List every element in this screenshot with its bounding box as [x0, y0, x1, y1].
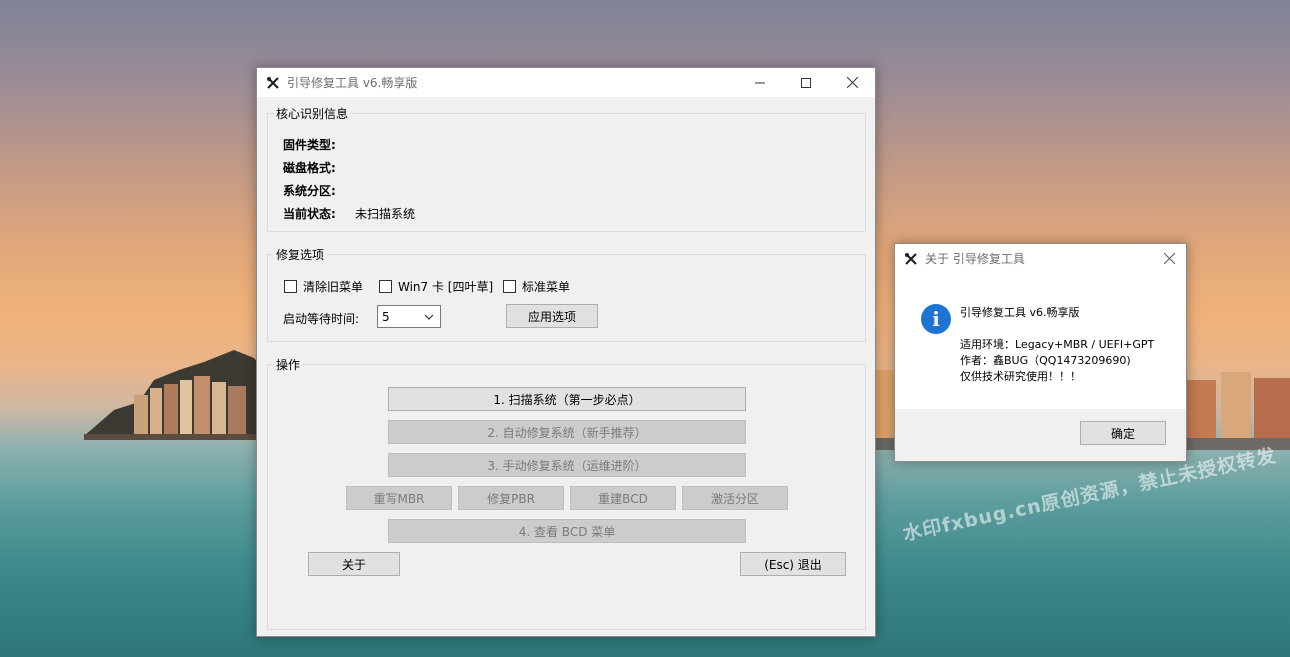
- clear-old-menu-checkbox[interactable]: 清除旧菜单: [284, 278, 363, 295]
- checkbox-box[interactable]: [503, 280, 516, 293]
- operations-group-label: 操作: [274, 356, 303, 373]
- about-close-button[interactable]: [1152, 244, 1186, 273]
- info-icon: i: [921, 304, 951, 334]
- standard-menu-checkbox[interactable]: 标准菜单: [503, 278, 570, 295]
- about-environment: 适用环境：Legacy+MBR / UEFI+GPT: [960, 338, 1155, 351]
- about-author: 作者：鑫BUG（QQ1473209690): [960, 354, 1131, 367]
- close-button[interactable]: [829, 68, 875, 97]
- rebuild-bcd-button[interactable]: 重建BCD: [570, 486, 676, 510]
- window-title: 引导修复工具 v6.畅享版: [287, 76, 418, 90]
- about-disclaimer: 仅供技术研究使用！！！: [960, 370, 1081, 383]
- about-button[interactable]: 关于: [308, 552, 400, 576]
- tools-icon: [267, 76, 279, 89]
- scan-system-button[interactable]: 1. 扫描系统（第一步必点）: [388, 387, 746, 411]
- main-titlebar[interactable]: 引导修复工具 v6.畅享版: [257, 68, 875, 97]
- win7-clover-label: Win7 卡 [四叶草]: [398, 280, 494, 294]
- close-icon: [846, 77, 858, 88]
- core-info-group-label: 核心识别信息: [274, 105, 351, 122]
- manual-repair-button[interactable]: 3. 手动修复系统（运维进阶）: [388, 453, 746, 477]
- chevron-down-icon: [424, 314, 434, 320]
- boot-timeout-value: 5: [382, 309, 390, 324]
- current-status-value: 未扫描系统: [355, 207, 416, 221]
- about-dialog: 关于 引导修复工具 i 引导修复工具 v6.畅享版 适用环境：Legacy+MB…: [894, 243, 1187, 462]
- minimize-icon: [755, 82, 765, 83]
- activate-partition-button[interactable]: 激活分区: [682, 486, 788, 510]
- current-status-label: 当前状态:: [283, 207, 336, 221]
- tools-icon: [905, 252, 917, 265]
- ok-button[interactable]: 确定: [1080, 421, 1166, 445]
- boot-timeout-select[interactable]: 5: [377, 305, 441, 328]
- maximize-button[interactable]: [783, 68, 829, 97]
- firmware-type-label: 固件类型:: [283, 138, 336, 152]
- about-dialog-footer: 确定: [895, 409, 1186, 461]
- about-app-name: 引导修复工具 v6.畅享版: [960, 306, 1080, 319]
- auto-repair-button[interactable]: 2. 自动修复系统（新手推荐）: [388, 420, 746, 444]
- maximize-icon: [801, 77, 811, 88]
- boot-timeout-label: 启动等待时间:: [283, 312, 360, 326]
- repair-options-group-label: 修复选项: [274, 246, 327, 263]
- main-window: 引导修复工具 v6.畅享版 核心识别信息 固件类型: 磁盘格式: 系统分区: 当…: [256, 67, 876, 637]
- repair-options-group: 修复选项 清除旧菜单 Win7 卡 [四叶草] 标准菜单 启动等待时间: 5 应…: [267, 246, 866, 342]
- repair-pbr-button[interactable]: 修复PBR: [458, 486, 564, 510]
- coastal-town-scenery: [84, 350, 264, 440]
- view-bcd-menu-button[interactable]: 4. 查看 BCD 菜单: [388, 519, 746, 543]
- standard-menu-label: 标准菜单: [522, 280, 571, 294]
- disk-format-label: 磁盘格式:: [283, 161, 336, 175]
- operations-group: 操作 1. 扫描系统（第一步必点） 2. 自动修复系统（新手推荐） 3. 手动修…: [267, 356, 866, 630]
- win7-clover-checkbox[interactable]: Win7 卡 [四叶草]: [379, 278, 493, 295]
- clear-old-menu-label: 清除旧菜单: [303, 280, 364, 294]
- apply-options-button[interactable]: 应用选项: [506, 304, 598, 328]
- close-icon: [1163, 253, 1175, 264]
- checkbox-box[interactable]: [379, 280, 392, 293]
- checkbox-box[interactable]: [284, 280, 297, 293]
- minimize-button[interactable]: [737, 68, 783, 97]
- system-partition-label: 系统分区:: [283, 184, 336, 198]
- rewrite-mbr-button[interactable]: 重写MBR: [346, 486, 452, 510]
- exit-button[interactable]: (Esc) 退出: [740, 552, 846, 576]
- about-dialog-title: 关于 引导修复工具: [925, 252, 1025, 266]
- about-dialog-titlebar[interactable]: 关于 引导修复工具: [895, 244, 1186, 273]
- core-info-group: 核心识别信息 固件类型: 磁盘格式: 系统分区: 当前状态: 未扫描系统: [267, 105, 866, 232]
